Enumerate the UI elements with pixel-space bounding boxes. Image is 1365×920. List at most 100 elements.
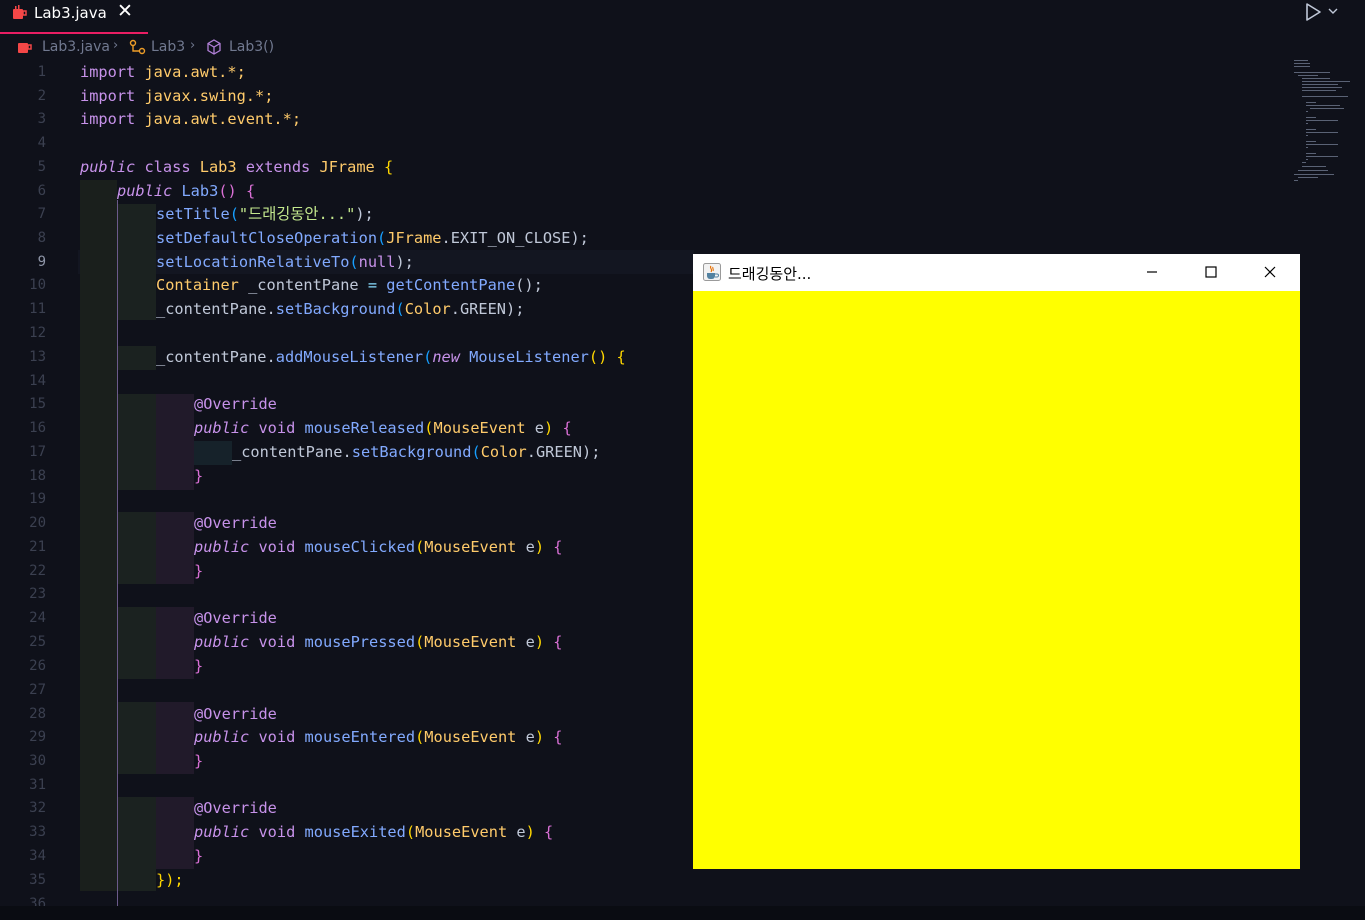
- tab-label: Lab3.java: [34, 4, 107, 22]
- indent-band-2f: [117, 702, 156, 774]
- java-frame-window[interactable]: 드래깅동안...: [693, 254, 1300, 869]
- line-number: 19: [29, 491, 46, 507]
- tab-bar: Lab3.java ✕: [0, 0, 1365, 34]
- code-line-28: @Override: [194, 705, 277, 723]
- breadcrumb-file[interactable]: Lab3.java: [42, 39, 110, 55]
- line-number: 28: [29, 706, 46, 722]
- line-number: 6: [37, 183, 46, 199]
- code-line-35: });: [156, 871, 184, 889]
- line-number: 18: [29, 468, 46, 484]
- code-line-32: @Override: [194, 799, 277, 817]
- code-line-22: }: [194, 562, 204, 580]
- line-number: 14: [29, 373, 46, 389]
- line-number: 30: [29, 753, 46, 769]
- indent-band-2c: [117, 394, 156, 490]
- code-line-34: }: [194, 847, 204, 865]
- code-line-10: Container _contentPane = getContentPane(…: [156, 276, 543, 294]
- indent-band-3e: [156, 797, 194, 869]
- indent-band-3c: [156, 607, 194, 679]
- line-number: 1: [37, 64, 46, 80]
- code-line-20: @Override: [194, 514, 277, 532]
- breadcrumb-method[interactable]: Lab3(): [229, 39, 274, 55]
- tab-lab3-java[interactable]: Lab3.java ✕: [0, 0, 148, 34]
- indent-band-3b: [156, 512, 194, 584]
- breadcrumb: Lab3.java › Lab3 › Lab3(): [0, 36, 700, 58]
- code-line-33: public void mouseExited(MouseEvent e) {: [194, 823, 554, 841]
- breadcrumb-class[interactable]: Lab3: [151, 39, 185, 55]
- line-number: 10: [29, 277, 46, 293]
- code-line-30: }: [194, 752, 204, 770]
- line-number: 23: [29, 586, 46, 602]
- indent-band-2d: [117, 512, 156, 584]
- line-number: 20: [29, 515, 46, 531]
- line-number: 8: [37, 230, 46, 246]
- code-line-26: }: [194, 657, 204, 675]
- indent-band-3: [156, 394, 194, 490]
- indent-band-1: [80, 180, 117, 891]
- code-line-7: setTitle("드래깅동안...");: [156, 205, 374, 223]
- indent-band-2: [117, 204, 156, 320]
- run-icon[interactable]: [1303, 2, 1323, 22]
- line-number: 15: [29, 396, 46, 412]
- window-close-icon[interactable]: [1258, 262, 1282, 282]
- line-number: 9: [37, 254, 46, 270]
- indent-band-2g: [117, 797, 156, 891]
- line-number: 17: [29, 444, 46, 460]
- indent-band-2e: [117, 607, 156, 679]
- line-number: 25: [29, 634, 46, 650]
- line-number: 24: [29, 610, 46, 626]
- java-frame-title: 드래깅동안...: [728, 265, 812, 283]
- java-file-icon: [13, 5, 27, 19]
- code-line-6: public Lab3() {: [117, 182, 256, 200]
- close-icon[interactable]: ✕: [117, 0, 133, 22]
- chevron-down-icon[interactable]: [1327, 5, 1339, 17]
- line-number: 2: [37, 88, 46, 104]
- minimize-icon[interactable]: [1140, 262, 1164, 282]
- line-number: 5: [37, 159, 46, 175]
- minimap[interactable]: [1290, 58, 1350, 183]
- line-number: 35: [29, 872, 46, 888]
- method-icon: [207, 39, 221, 55]
- line-number: 11: [29, 301, 46, 317]
- indent-band-2b: [117, 346, 156, 370]
- code-line-2: import javax.swing.*;: [80, 87, 274, 105]
- line-number: 4: [37, 135, 46, 151]
- indent-band-4: [194, 441, 232, 465]
- line-number: 3: [37, 111, 46, 127]
- maximize-icon[interactable]: [1199, 262, 1223, 282]
- code-line-1: import java.awt.*;: [80, 63, 246, 81]
- line-number: 21: [29, 539, 46, 555]
- code-line-11: _contentPane.setBackground(Color.GREEN);: [156, 300, 525, 318]
- line-number: 26: [29, 658, 46, 674]
- java-file-icon: [18, 43, 32, 53]
- line-number: 12: [29, 325, 46, 341]
- line-number: 29: [29, 729, 46, 745]
- code-line-5: public class Lab3 extends JFrame {: [80, 158, 394, 176]
- line-number: 22: [29, 563, 46, 579]
- line-number: 32: [29, 800, 46, 816]
- code-line-24: @Override: [194, 609, 277, 627]
- line-number: 31: [29, 777, 46, 793]
- indent-guide-active: [117, 200, 118, 906]
- code-line-15: @Override: [194, 395, 277, 413]
- horizontal-scrollbar[interactable]: [0, 906, 1365, 920]
- code-line-9: setLocationRelativeTo(null);: [156, 253, 414, 271]
- line-number: 16: [29, 420, 46, 436]
- code-line-29: public void mouseEntered(MouseEvent e) {: [194, 728, 563, 746]
- code-line-21: public void mouseClicked(MouseEvent e) {: [194, 538, 563, 556]
- code-line-8: setDefaultCloseOperation(JFrame.EXIT_ON_…: [156, 229, 589, 247]
- java-content-pane[interactable]: [693, 291, 1300, 869]
- indent-band-3d: [156, 702, 194, 774]
- line-number: 13: [29, 349, 46, 365]
- code-line-16: public void mouseReleased(MouseEvent e) …: [194, 419, 572, 437]
- class-icon: [129, 39, 146, 55]
- code-line-3: import java.awt.event.*;: [80, 110, 302, 128]
- code-line-13: _contentPane.addMouseListener(new MouseL…: [156, 348, 626, 366]
- code-line-25: public void mousePressed(MouseEvent e) {: [194, 633, 563, 651]
- code-line-18: }: [194, 467, 204, 485]
- chevron-right-icon: ›: [113, 38, 119, 53]
- code-line-17: _contentPane.setBackground(Color.GREEN);: [232, 443, 601, 461]
- line-number: 7: [37, 206, 46, 222]
- java-frame-titlebar[interactable]: 드래깅동안...: [693, 254, 1300, 291]
- line-number: 33: [29, 824, 46, 840]
